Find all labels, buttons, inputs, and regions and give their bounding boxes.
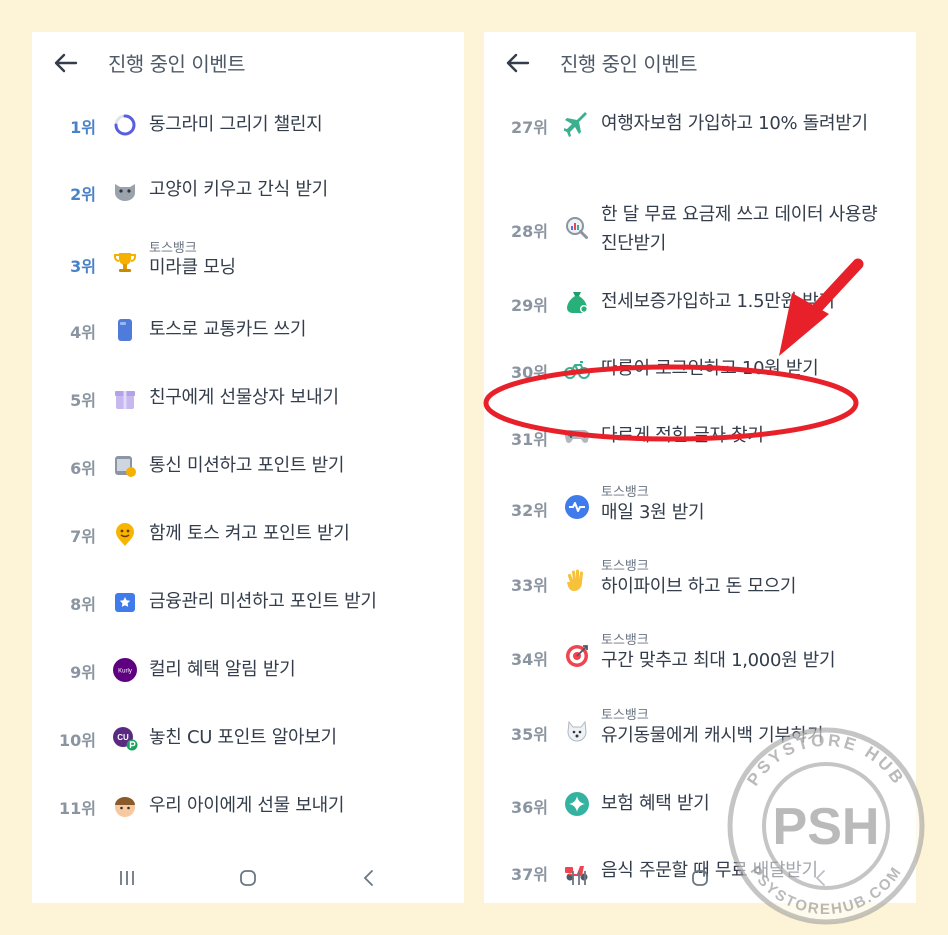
rank-label: 27위 [511, 118, 548, 137]
cu-point-icon: CU [112, 725, 138, 751]
watermark-stamp: PSYSTORE HUB PSH PSYSTOREHUB.COM [727, 727, 925, 925]
circle-loader-icon [112, 112, 138, 138]
smile-pin-icon [112, 521, 138, 547]
system-navigation-bar [32, 853, 464, 903]
header: 진행 중인 이벤트 [32, 32, 464, 94]
rank-label: 35위 [511, 725, 548, 744]
event-list-item[interactable]: 1위 동그라미 그리기 챌린지 [32, 90, 464, 158]
rank-label: 4위 [70, 323, 96, 342]
card-icon [112, 317, 138, 343]
event-title: 미라클 모닝 [149, 257, 236, 278]
rank-label: 29위 [511, 296, 548, 315]
page-title: 진행 중인 이벤트 [108, 52, 246, 76]
event-list-item[interactable]: 31위 다르게 적힌 글자 찾기 [484, 404, 916, 470]
kurly-logo-icon: Kurly [112, 657, 138, 683]
bicycle-icon [564, 356, 590, 382]
event-title: 금융관리 미션하고 포인트 받기 [149, 591, 377, 612]
rank-label: 7위 [70, 527, 96, 546]
header: 진행 중인 이벤트 [484, 32, 916, 94]
money-bag-icon [564, 289, 590, 315]
airplane-icon [564, 111, 590, 137]
rank-label: 36위 [511, 798, 548, 817]
event-list-item[interactable]: 11위 우리 아이에게 선물 보내기 [32, 773, 464, 841]
event-title: 토스로 교통카드 쓰기 [149, 319, 307, 340]
event-list-item[interactable]: 8위 금융관리 미션하고 포인트 받기 [32, 569, 464, 637]
recent-apps-icon[interactable] [112, 863, 142, 893]
calendar-star-icon [112, 589, 138, 615]
kid-face-icon [112, 793, 138, 819]
trophy-icon [112, 249, 138, 275]
event-title: 다르게 적힌 글자 찾기 [601, 425, 764, 446]
svg-text:CU: CU [117, 733, 129, 742]
rank-label: 32위 [511, 501, 548, 520]
rank-label: 3위 [70, 257, 96, 276]
event-title: 동그라미 그리기 챌린지 [149, 114, 323, 135]
home-icon[interactable] [233, 863, 263, 893]
rank-label: 34위 [511, 650, 548, 669]
rank-label: 10위 [59, 731, 96, 750]
event-list-item[interactable]: 3위 토스뱅크 미라클 모닝 [32, 225, 464, 297]
event-title: 컬리 혜택 알림 받기 [149, 659, 296, 680]
target-icon [564, 643, 590, 669]
rank-label: 9위 [70, 663, 96, 682]
rank-label: 31위 [511, 430, 548, 449]
event-title: 친구에게 선물상자 보내기 [149, 387, 339, 408]
svg-text:Kurly: Kurly [118, 669, 132, 675]
event-list-item[interactable]: 5위 친구에게 선물상자 보내기 [32, 365, 464, 433]
rank-label: 2위 [70, 185, 96, 204]
event-title: 여행자보험 가입하고 10% 돌려받기 [601, 113, 868, 134]
event-list-item[interactable]: 33위 토스뱅크 하이파이브 하고 돈 모으기 [484, 544, 916, 618]
dog-face-icon [564, 718, 590, 744]
event-list-item[interactable]: 4위 토스로 교통카드 쓰기 [32, 297, 464, 365]
event-title: 우리 아이에게 선물 보내기 [149, 795, 345, 816]
event-list-item[interactable]: 29위 전세보증가입하고 1.5만원 받기 [484, 270, 916, 336]
rank-label: 30위 [511, 363, 548, 382]
event-list-item[interactable]: 7위 함께 토스 켜고 포인트 받기 [32, 501, 464, 569]
event-title: 놓친 CU 포인트 알아보기 [149, 727, 337, 748]
phone-coin-icon [112, 453, 138, 479]
rank-label: 33위 [511, 576, 548, 595]
event-list-item[interactable]: 28위 한 달 무료 요금제 쓰고 데이터 사용량 진단받기 [484, 156, 916, 254]
event-title: 한 달 무료 요금제 쓰고 데이터 사용량 진단받기 [601, 204, 878, 254]
event-title: 함께 토스 켜고 포인트 받기 [149, 523, 350, 544]
rank-label: 8위 [70, 595, 96, 614]
gift-icon [112, 385, 138, 411]
gamepad-icon [564, 423, 590, 449]
event-list-item[interactable]: 30위 따릉이 로그인하고 10원 받기 [484, 336, 916, 404]
event-title: 하이파이브 하고 돈 모으기 [601, 576, 797, 597]
home-icon[interactable] [685, 863, 715, 893]
back-arrow-icon[interactable] [504, 49, 532, 77]
magnifier-chart-icon [564, 215, 590, 241]
rank-label: 5위 [70, 391, 96, 410]
pulse-coin-icon [564, 494, 590, 520]
rank-label: 28위 [511, 222, 548, 241]
watermark-center-text: PSH [773, 798, 880, 856]
page-title: 진행 중인 이벤트 [560, 52, 698, 76]
event-list-item[interactable]: 10위 CU 놓친 CU 포인트 알아보기 [32, 705, 464, 773]
event-title: 전세보증가입하고 1.5만원 받기 [601, 291, 835, 312]
rank-label: 6위 [70, 459, 96, 478]
event-title: 따릉이 로그인하고 10원 받기 [601, 358, 819, 379]
event-list-item[interactable]: 34위 토스뱅크 구간 맞추고 최대 1,000원 받기 [484, 618, 916, 694]
sparkle-icon [564, 791, 590, 817]
event-list-item[interactable]: 6위 통신 미션하고 포인트 받기 [32, 433, 464, 501]
cat-face-icon [112, 177, 138, 203]
left-phone-screen: 진행 중인 이벤트 1위 동그라미 그리기 챌린지 2위 고양이 키우고 간식 … [32, 32, 464, 903]
event-list-item[interactable]: 9위 Kurly 컬리 혜택 알림 받기 [32, 637, 464, 705]
nav-back-icon[interactable] [354, 863, 384, 893]
back-arrow-icon[interactable] [52, 49, 80, 77]
event-list-item[interactable]: 27위 여행자보험 가입하고 10% 돌려받기 [484, 90, 916, 156]
rank-label: 11위 [59, 799, 96, 818]
event-title: 매일 3원 받기 [601, 502, 705, 523]
event-list-item[interactable]: 2위 고양이 키우고 간식 받기 [32, 157, 464, 225]
event-list-item[interactable]: 32위 토스뱅크 매일 3원 받기 [484, 470, 916, 544]
recent-apps-icon[interactable] [564, 863, 594, 893]
event-title: 구간 맞추고 최대 1,000원 받기 [601, 650, 836, 671]
event-title: 고양이 키우고 간식 받기 [149, 179, 328, 200]
event-title: 통신 미션하고 포인트 받기 [149, 455, 345, 476]
waving-hand-icon [564, 568, 590, 594]
rank-label: 1위 [70, 118, 96, 137]
